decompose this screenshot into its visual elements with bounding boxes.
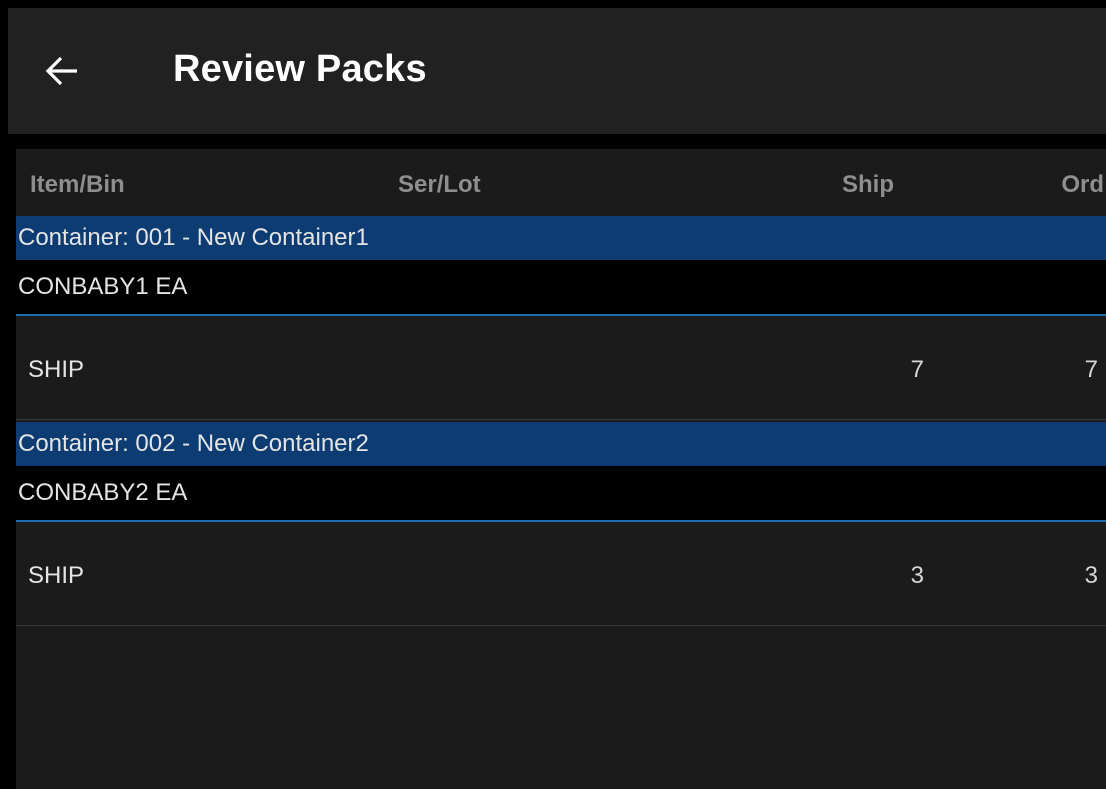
ship-qty: 3 xyxy=(910,562,924,589)
column-header-ship: Ship xyxy=(842,171,894,198)
bin-row[interactable]: SHIP 7 7 xyxy=(16,316,1106,420)
container-header[interactable]: Container: 001 - New Container1 xyxy=(16,216,1106,260)
arrow-left-icon xyxy=(45,56,77,86)
bin-label: SHIP xyxy=(28,562,85,589)
bin-row[interactable]: SHIP 3 3 xyxy=(16,522,1106,626)
column-header-item-bin: Item/Bin xyxy=(30,171,125,198)
column-header-ord: Ord xyxy=(1061,171,1104,198)
bin-label: SHIP xyxy=(28,356,85,383)
back-button[interactable] xyxy=(36,41,88,101)
column-header: Item/Bin Ser/Lot Ship Ord xyxy=(16,149,1106,216)
ship-qty: 7 xyxy=(910,356,924,383)
app-bar: Review Packs xyxy=(8,8,1106,134)
packs-list[interactable]: Item/Bin Ser/Lot Ship Ord Container: 001… xyxy=(16,149,1106,789)
ord-qty: 3 xyxy=(1084,562,1098,589)
item-row[interactable]: CONBABY1 EA xyxy=(16,260,1106,316)
container-header[interactable]: Container: 002 - New Container2 xyxy=(16,422,1106,466)
item-row[interactable]: CONBABY2 EA xyxy=(16,466,1106,522)
column-header-ser-lot: Ser/Lot xyxy=(398,171,481,198)
app-frame: Review Packs Item/Bin Ser/Lot Ship Ord C… xyxy=(8,8,1106,789)
ord-qty: 7 xyxy=(1084,356,1098,383)
page-title: Review Packs xyxy=(173,48,427,90)
